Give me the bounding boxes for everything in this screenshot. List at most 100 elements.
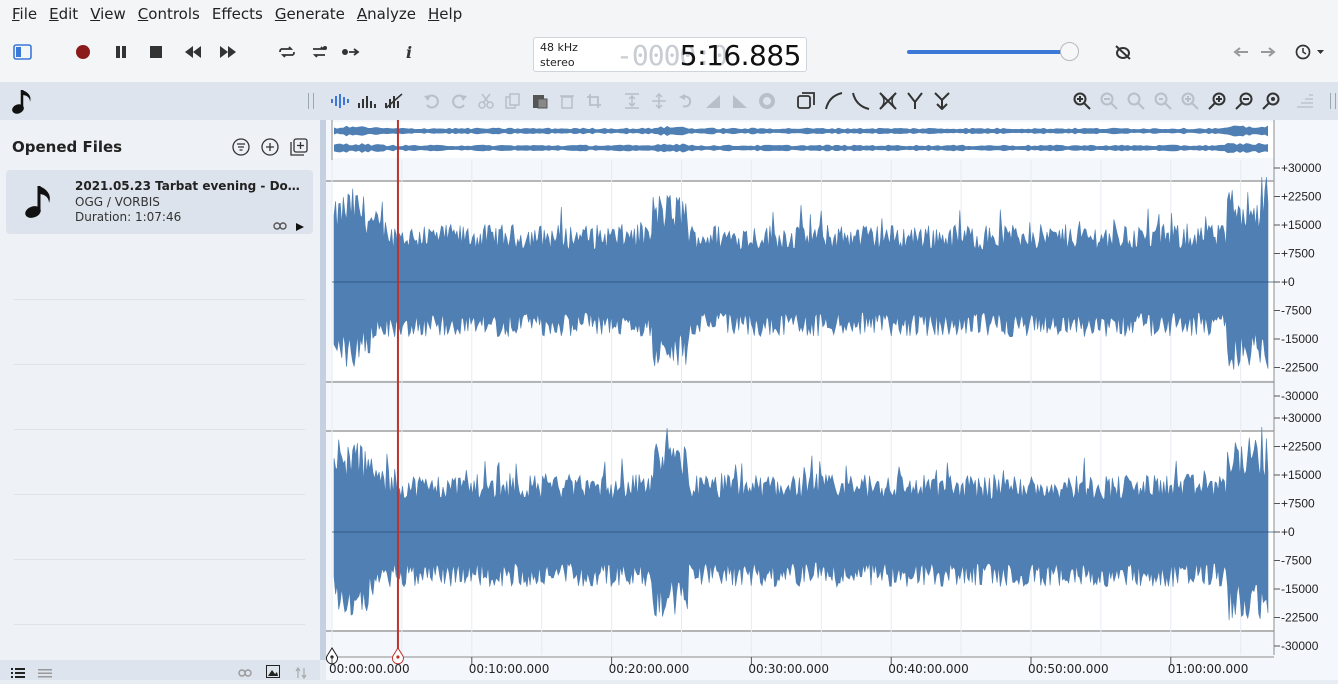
right-channel-y-label: +0 [1281, 525, 1295, 539]
undo-icon[interactable] [422, 91, 442, 111]
merge-icon[interactable] [932, 91, 952, 111]
levels-icon[interactable] [1295, 91, 1315, 111]
stop-button[interactable] [143, 39, 169, 65]
right-channel-y-label: -22500 [1281, 611, 1319, 625]
normalize-icon[interactable] [622, 91, 642, 111]
back-arrow-icon[interactable] [1228, 39, 1254, 65]
zoom-out-icon[interactable] [1099, 91, 1119, 111]
loop-selection-icon[interactable] [306, 39, 332, 65]
left-channel-y-label: +7500 [1281, 247, 1315, 261]
time-tick-label: 00:30:00.000 [748, 662, 830, 676]
amp-zoom-out-icon[interactable] [1234, 91, 1254, 111]
menu-file[interactable]: File [6, 5, 43, 23]
curve-down-icon[interactable] [851, 91, 871, 111]
menu-edit[interactable]: Edit [43, 5, 84, 23]
right-channel-y-label: -30000 [1281, 639, 1319, 653]
zoom-in-icon[interactable] [1072, 91, 1092, 111]
panel-title: Opened Files [12, 138, 123, 156]
paste-icon[interactable] [530, 91, 550, 111]
list-view-icon[interactable] [11, 664, 25, 683]
list-divider [14, 559, 305, 560]
new-file-icon[interactable] [289, 137, 309, 157]
spectrogram-view-icon[interactable] [384, 91, 404, 111]
menu-help[interactable]: Help [422, 5, 468, 23]
center-icon[interactable] [649, 91, 669, 111]
amp-zoom-in-icon[interactable] [1207, 91, 1227, 111]
split-icon[interactable] [905, 91, 925, 111]
play-to-end-icon[interactable] [338, 39, 364, 65]
time-tick-label: 00:00:00.000 [329, 662, 410, 676]
right-channel-y-label: +30000 [1281, 411, 1322, 425]
menu-effects[interactable]: Effects [206, 5, 269, 23]
waveform-view-icon[interactable] [330, 91, 350, 111]
overview-strip[interactable] [332, 122, 1274, 158]
crop-icon[interactable] [584, 91, 604, 111]
history-icon[interactable] [1292, 39, 1328, 65]
left-channel-y-label: +0 [1281, 275, 1295, 289]
compact-view-icon[interactable] [38, 664, 52, 683]
forward-arrow-icon[interactable] [1255, 39, 1281, 65]
zoom-selection-icon[interactable] [1153, 91, 1173, 111]
transport-toolbar: i 48 kHz stereo -0000:0 5:16.885 [0, 28, 1338, 82]
reverse-icon[interactable] [676, 91, 696, 111]
menu-bar: File Edit View Controls Effects Generate Analy… [0, 0, 1338, 28]
link-icon[interactable] [273, 216, 287, 235]
record-button[interactable] [70, 39, 96, 65]
rewind-button[interactable] [180, 39, 206, 65]
sort-icon[interactable] [295, 664, 307, 683]
left-channel-y-label: -22500 [1281, 361, 1319, 375]
right-channel-y-label: -7500 [1281, 554, 1312, 568]
file-name: 2021.05.23 Tarbat evening - Donald ... [75, 179, 300, 193]
fade-out-icon[interactable] [730, 91, 750, 111]
toolbar-grip-right [1330, 93, 1336, 109]
volume-slider-handle[interactable] [1060, 42, 1079, 61]
left-channel-y-label: +15000 [1281, 218, 1322, 232]
cut-icon[interactable] [476, 91, 496, 111]
curve-up-icon[interactable] [824, 91, 844, 111]
menu-analyze[interactable]: Analyze [351, 5, 422, 23]
filter-icon[interactable] [231, 137, 251, 157]
link-files-icon[interactable] [238, 664, 252, 683]
waveform-editor[interactable]: +30000 +22500 +15000 +7500 +0 -7500 -15000 -225… [326, 120, 1338, 680]
redo-icon[interactable] [449, 91, 469, 111]
file-list-item[interactable]: 2021.05.23 Tarbat evening - Donald ... O… [6, 170, 313, 234]
fade-in-icon[interactable] [703, 91, 723, 111]
select-all-icon[interactable] [796, 91, 816, 111]
opened-files-panel: Opened Files 2021.05.23 Tarbat evening -… [0, 120, 320, 660]
volume-slider[interactable] [907, 50, 1069, 54]
amp-zoom-reset-icon[interactable] [1261, 91, 1281, 111]
fast-forward-button[interactable] [215, 39, 241, 65]
copy-icon[interactable] [503, 91, 523, 111]
right-channel-y-label: -15000 [1281, 582, 1319, 596]
time-tick-label: 01:00:00.000 [1167, 662, 1249, 676]
list-divider [14, 494, 305, 495]
menu-controls[interactable]: Controls [132, 5, 206, 23]
delete-icon[interactable] [557, 91, 577, 111]
crossfade-icon[interactable] [878, 91, 898, 111]
add-file-icon[interactable] [260, 137, 280, 157]
image-icon[interactable] [266, 663, 280, 682]
zoom-all-icon[interactable] [1180, 91, 1200, 111]
audio-format-info: 48 kHz stereo [540, 40, 578, 70]
channels-label: stereo [540, 56, 575, 69]
menu-generate[interactable]: Generate [269, 5, 351, 23]
file-format: OGG / VORBIS [75, 195, 160, 209]
menu-view[interactable]: View [84, 5, 132, 23]
silence-icon[interactable] [757, 91, 777, 111]
list-divider [14, 364, 305, 365]
toolbar-grip [308, 93, 314, 109]
time-display: 48 kHz stereo -0000:0 5:16.885 [533, 37, 807, 72]
loop-icon[interactable] [274, 39, 300, 65]
info-icon[interactable]: i [396, 39, 422, 65]
file-duration: Duration: 1:07:46 [75, 210, 182, 224]
left-channel-y-label: -15000 [1281, 332, 1319, 346]
list-divider [14, 299, 305, 300]
listen-off-icon[interactable] [1110, 39, 1136, 65]
sidebar-toggle-icon[interactable] [10, 39, 36, 65]
waveform-canvas[interactable]: +30000 +22500 +15000 +7500 +0 -7500 -15000 -225… [326, 120, 1338, 680]
zoom-fit-icon[interactable] [1126, 91, 1146, 111]
play-file-icon[interactable] [295, 217, 305, 236]
pause-button[interactable] [108, 39, 134, 65]
spectrum-view-icon[interactable] [357, 91, 377, 111]
sample-rate-label: 48 kHz [540, 41, 578, 54]
